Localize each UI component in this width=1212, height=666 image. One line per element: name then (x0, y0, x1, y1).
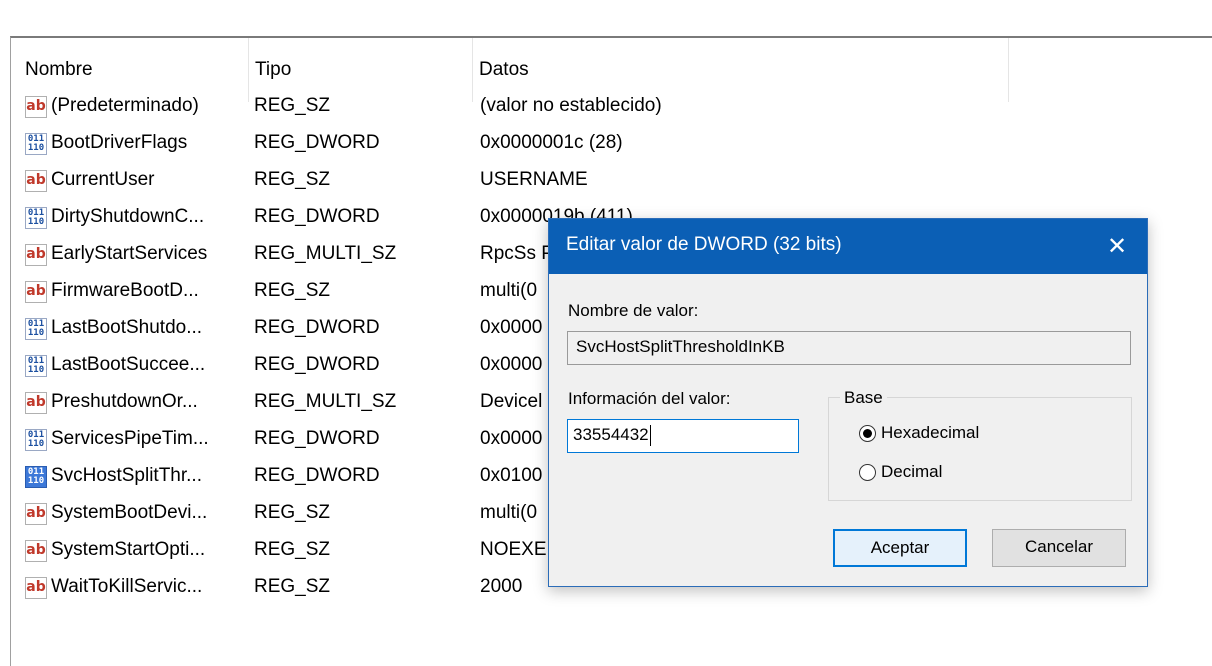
table-row[interactable]: ab CurrentUser REG_SZ USERNAME (11, 164, 1212, 201)
row-type: REG_SZ (254, 502, 331, 523)
value-data-text: 33554432 (573, 425, 649, 444)
row-data: multi(0 (480, 280, 538, 301)
row-type: REG_DWORD (254, 132, 380, 153)
row-data: multi(0 (480, 502, 538, 523)
binary-value-icon: 011 110 (25, 355, 47, 377)
table-row[interactable]: ab (Predeterminado) REG_SZ (valor no establ… (11, 90, 1212, 127)
row-type: REG_SZ (254, 576, 331, 597)
string-value-icon: ab (25, 577, 47, 599)
row-name: CurrentUser (51, 169, 155, 190)
row-data: 0x0000001c (28) (480, 132, 623, 153)
string-value-icon: ab (25, 170, 47, 192)
ok-button[interactable]: Aceptar (833, 529, 967, 567)
row-data: 0x0000 (480, 428, 543, 449)
string-value-icon: ab (25, 96, 47, 118)
table-row[interactable]: 011 110 BootDriverFlags REG_DWORD 0x0000001… (11, 127, 1212, 164)
row-type: REG_DWORD (254, 354, 380, 375)
row-type: REG_MULTI_SZ (254, 391, 397, 412)
value-data-label: Información del valor: (568, 389, 731, 408)
row-name: SystemStartOpti... (51, 539, 206, 560)
binary-value-icon: 011 110 (25, 429, 47, 451)
row-data: 2000 (480, 576, 523, 597)
row-data: USERNAME (480, 169, 588, 190)
row-name: DirtyShutdownC... (51, 206, 205, 227)
radio-unselected-icon (859, 463, 876, 481)
row-type: REG_MULTI_SZ (254, 243, 397, 264)
row-type: REG_SZ (254, 95, 331, 116)
value-data-input[interactable]: 33554432 (567, 419, 799, 453)
row-name: SystemBootDevi... (51, 502, 208, 523)
string-value-icon: ab (25, 244, 47, 266)
radio-hexadecimal-label: Hexadecimal (881, 423, 980, 442)
binary-value-icon: 011 110 (25, 133, 47, 155)
binary-value-icon: 011 110 (25, 466, 47, 488)
row-type: REG_SZ (254, 169, 331, 190)
radio-selected-icon (859, 424, 876, 442)
string-value-icon: ab (25, 281, 47, 303)
row-data: RpcSs P (480, 243, 554, 264)
radio-decimal[interactable]: Decimal (859, 462, 942, 482)
row-name: EarlyStartServices (51, 243, 208, 264)
row-type: REG_DWORD (254, 206, 380, 227)
cancel-button[interactable]: Cancelar (992, 529, 1126, 567)
value-name-field: SvcHostSplitThresholdInKB (567, 331, 1131, 365)
row-type: REG_SZ (254, 280, 331, 301)
string-value-icon: ab (25, 503, 47, 525)
binary-value-icon: 011 110 (25, 207, 47, 229)
base-group-label: Base (840, 388, 887, 408)
row-name: LastBootSuccee... (51, 354, 206, 375)
row-name: SvcHostSplitThr... (51, 465, 202, 486)
binary-value-icon: 011 110 (25, 318, 47, 340)
row-data: 0x0000 (480, 317, 543, 338)
row-name: BootDriverFlags (51, 132, 188, 153)
row-data: NOEXE (480, 539, 547, 560)
base-groupbox (828, 397, 1132, 501)
edit-dword-dialog: Editar valor de DWORD (32 bits) ✕ Nombre… (548, 218, 1148, 587)
row-name: LastBootShutdo... (51, 317, 203, 338)
row-data: 0x0000 (480, 354, 543, 375)
close-icon[interactable]: ✕ (1097, 226, 1137, 266)
text-caret (649, 425, 651, 447)
string-value-icon: ab (25, 540, 47, 562)
row-name: (Predeterminado) (51, 95, 199, 116)
row-data: (valor no establecido) (480, 95, 662, 116)
row-data: Devicel (480, 391, 543, 412)
value-name-label: Nombre de valor: (568, 301, 699, 320)
row-name: WaitToKillServic... (51, 576, 203, 597)
radio-decimal-label: Decimal (881, 462, 943, 481)
row-type: REG_SZ (254, 539, 331, 560)
row-data: 0x0100 (480, 465, 543, 486)
radio-hexadecimal[interactable]: Hexadecimal (859, 423, 979, 443)
row-type: REG_DWORD (254, 428, 380, 449)
row-type: REG_DWORD (254, 465, 380, 486)
string-value-icon: ab (25, 392, 47, 414)
row-name: PreshutdownOr... (51, 391, 198, 412)
row-name: FirmwareBootD... (51, 280, 199, 301)
dialog-title: Editar valor de DWORD (32 bits) (566, 234, 842, 255)
row-type: REG_DWORD (254, 317, 380, 338)
row-name: ServicesPipeTim... (51, 428, 209, 449)
dialog-titlebar[interactable]: Editar valor de DWORD (32 bits) ✕ (549, 219, 1147, 274)
